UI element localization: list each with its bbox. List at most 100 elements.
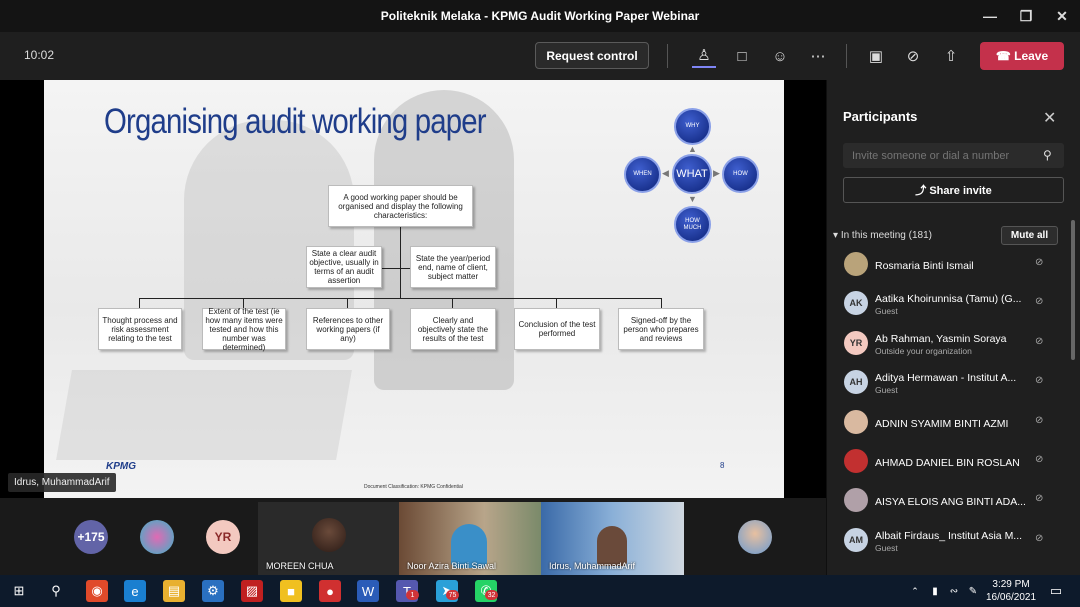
share-tray-icon[interactable]: ⇧	[939, 44, 963, 68]
start-icon[interactable]: ⊞	[8, 580, 30, 602]
mic-muted-icon: ⊘	[1035, 414, 1044, 426]
participant-name: Albait Firdaus_ Institut Asia M...	[875, 529, 1023, 542]
participants-icon[interactable]: ♙	[692, 44, 716, 68]
in-meeting-label: In this meeting (181)	[840, 230, 932, 241]
meeting-duration: 10:02	[24, 48, 55, 62]
tile-label: MOREEN CHUA	[266, 561, 334, 571]
video-tile[interactable]: Idrus, MuhammadArif	[541, 502, 684, 575]
participant-row[interactable]: AK Aatika Khoirunnisa (Tamu) (G... Guest ⊘	[827, 286, 1071, 324]
leave-button[interactable]: ☎ Leave	[980, 42, 1064, 70]
participants-panel: Participants ✕ ⚲ ⤴ Share invite ▾ In thi…	[827, 80, 1080, 575]
mic-muted-icon: ⊘	[1035, 493, 1044, 505]
participant-name: Rosmaria Binti Ismail	[875, 260, 974, 272]
wheel-how-much: HOW MUCH	[674, 206, 711, 243]
camera-off-icon[interactable]: ▣	[864, 44, 888, 68]
share-invite-label: Share invite	[929, 185, 992, 197]
meeting-toolbar: 10:02 Request control ♙ □ ☺ ⋯ ▣ ⊘ ⇧ ☎ Le…	[0, 32, 1080, 80]
restore-icon[interactable]: ❐	[1008, 0, 1044, 32]
invite-input[interactable]	[843, 143, 1064, 168]
participant-row[interactable]: AM Albait Firdaus_ Institut Asia M... Gues…	[827, 523, 1071, 561]
period-box: State the year/period end, name of clien…	[410, 246, 496, 288]
participant-row[interactable]: ADNIN SYAMIM BINTI AZMI ⊘	[827, 405, 1071, 443]
mute-all-button[interactable]: Mute all	[1001, 226, 1058, 245]
participant-row[interactable]: YR Ab Rahman, Yasmin Soraya Outside your o…	[827, 326, 1071, 364]
request-control-button[interactable]: Request control	[535, 42, 649, 69]
arrow-right-icon: ▶	[713, 168, 720, 178]
file-explorer-icon[interactable]: ▤	[163, 580, 185, 602]
chat-icon[interactable]: □	[730, 44, 754, 68]
more-options-icon[interactable]: ⋯	[806, 44, 830, 68]
mic-muted-icon: ⊘	[1035, 532, 1044, 544]
avatar: AM	[844, 527, 868, 552]
wheel-how: HOW	[722, 156, 759, 193]
overflow-participants-count[interactable]: +175	[74, 520, 108, 554]
minimize-icon[interactable]: —	[972, 0, 1008, 32]
window-controls: — ❐ ✕	[972, 0, 1080, 32]
arrow-up-icon: ▲	[688, 144, 697, 154]
characteristic-box: Clearly and objectively state the result…	[410, 308, 496, 350]
participant-row[interactable]: AHMAD DANIEL BIN ROSLAN ⊘	[827, 444, 1071, 482]
close-icon[interactable]: ✕	[1044, 0, 1080, 32]
chrome-icon[interactable]: ◉	[86, 580, 108, 602]
avatar: YR	[844, 330, 868, 355]
edge-icon[interactable]: e	[124, 580, 146, 602]
pen-icon[interactable]: ✎	[962, 580, 984, 602]
sticky-notes-icon[interactable]: ■	[280, 580, 302, 602]
avatar	[844, 488, 868, 513]
close-icon[interactable]: ✕	[1043, 108, 1056, 128]
participant-row[interactable]: Rosmaria Binti Ismail ⊘	[827, 247, 1071, 285]
participant-row[interactable]: AISYA ELOIS ANG BINTI ADA... ⊘	[827, 483, 1071, 521]
telegram-badge: 75	[446, 590, 459, 600]
scrollbar[interactable]	[1071, 220, 1075, 360]
avatar	[844, 409, 868, 434]
mic-muted-icon: ⊘	[1035, 296, 1044, 308]
characteristic-box: Thought process and risk assessment rela…	[98, 308, 182, 350]
connector-line	[661, 298, 662, 308]
video-tile[interactable]: MOREEN CHUA	[258, 502, 399, 575]
avatar[interactable]	[140, 520, 174, 554]
toolbar-divider	[846, 44, 847, 68]
avatar: AK	[844, 291, 868, 316]
share-invite-button[interactable]: ⤴ Share invite	[843, 177, 1064, 203]
mic-muted-icon: ⊘	[1035, 335, 1044, 347]
characteristic-box: Signed-off by the person who prepares an…	[618, 308, 704, 350]
participant-name: Aditya Hermawan - Institut A...	[875, 372, 1017, 385]
paint-icon[interactable]: ●	[319, 580, 341, 602]
notifications-icon[interactable]: ▭	[1045, 580, 1067, 602]
settings-icon[interactable]: ⚙	[202, 580, 224, 602]
clock-date: 16/06/2021	[986, 592, 1037, 603]
connector-line	[556, 298, 557, 308]
wheel-what: WHAT	[672, 154, 712, 194]
mic-off-icon[interactable]: ⊘	[901, 44, 925, 68]
avatar	[844, 449, 868, 473]
connector-line	[347, 298, 348, 308]
participant-subtitle: Guest	[875, 385, 898, 396]
connector-line	[400, 226, 401, 298]
avatar[interactable]: YR	[206, 520, 240, 554]
avatar[interactable]	[738, 520, 772, 554]
word-icon[interactable]: W	[357, 580, 379, 602]
participant-name: AISYA ELOIS ANG BINTI ADA...	[875, 496, 1026, 509]
search-icon[interactable]: ⚲	[45, 580, 67, 602]
connector-line	[382, 268, 412, 269]
app-icon[interactable]: ▨	[241, 580, 263, 602]
presenter-name-tag: Idrus, MuhammadArif	[8, 473, 116, 492]
participant-video	[597, 526, 627, 566]
chevron-up-icon[interactable]: ⌃	[904, 580, 926, 602]
search-icon[interactable]: ⚲	[1043, 148, 1052, 162]
whatsapp-badge: 32	[485, 590, 498, 600]
participant-name: Ab Rahman, Yasmin Soraya	[875, 332, 1007, 345]
avatar: AH	[844, 370, 868, 395]
arrow-down-icon: ▼	[688, 194, 697, 204]
tile-label: Noor Azira Binti Sawal	[407, 561, 497, 571]
video-tile[interactable]: Noor Azira Binti Sawal	[399, 502, 541, 575]
system-clock[interactable]: 3:29 PM 16/06/2021	[986, 578, 1036, 604]
connector-line	[139, 298, 140, 308]
participant-name: AHMAD DANIEL BIN ROSLAN	[875, 457, 1020, 469]
reactions-icon[interactable]: ☺	[768, 44, 792, 68]
in-meeting-header[interactable]: ▾ In this meeting (181)	[833, 230, 932, 241]
characteristic-box: Extent of the test (ie how many items we…	[202, 307, 286, 352]
participant-row[interactable]: AH Aditya Hermawan - Institut A... Guest ⊘	[827, 365, 1071, 403]
wheel-why: WHY	[674, 108, 711, 145]
teams-badge: 1	[406, 590, 419, 600]
